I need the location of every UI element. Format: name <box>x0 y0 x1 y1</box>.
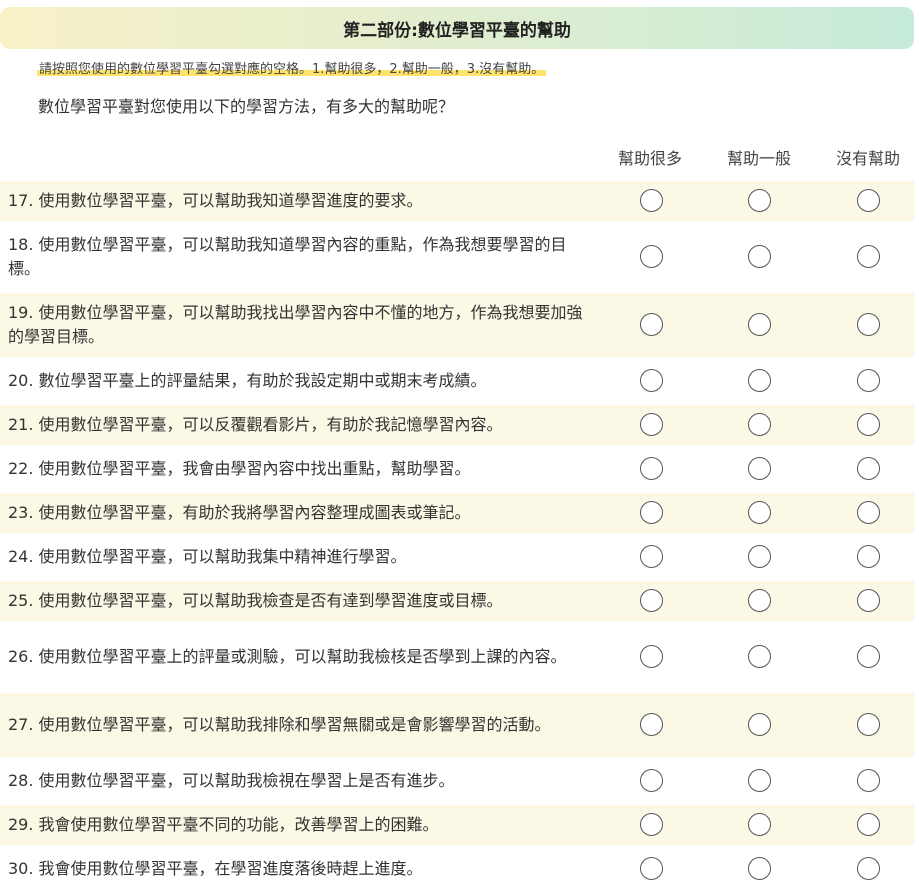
radio-somewhat-helpful[interactable] <box>748 813 771 836</box>
radio-not-helpful[interactable] <box>857 857 880 880</box>
question-row-21: 21. 使用數位學習平臺，可以反覆觀看影片，有助於我記憶學習內容。 <box>0 405 914 445</box>
radio-somewhat-helpful[interactable] <box>748 545 771 568</box>
question-label: 26. 使用數位學習平臺上的評量或測驗，可以幫助我檢核是否學到上課的內容。 <box>8 647 567 666</box>
radio-very-helpful[interactable] <box>640 369 663 392</box>
radio-not-helpful[interactable] <box>857 813 880 836</box>
radio-not-helpful[interactable] <box>857 369 880 392</box>
radio-not-helpful[interactable] <box>857 245 880 268</box>
question-row-23: 23. 使用數位學習平臺，有助於我將學習內容整理成圖表或筆記。 <box>0 493 914 533</box>
question-row-28: 28. 使用數位學習平臺，可以幫助我檢視在學習上是否有進步。 <box>0 757 914 805</box>
radio-very-helpful[interactable] <box>640 769 663 792</box>
radio-somewhat-helpful[interactable] <box>748 457 771 480</box>
radio-very-helpful[interactable] <box>640 457 663 480</box>
radio-very-helpful[interactable] <box>640 245 663 268</box>
radio-very-helpful[interactable] <box>640 413 663 436</box>
radio-very-helpful[interactable] <box>640 857 663 880</box>
question-label: 21. 使用數位學習平臺，可以反覆觀看影片，有助於我記憶學習內容。 <box>8 415 503 434</box>
question-row-26: 26. 使用數位學習平臺上的評量或測驗，可以幫助我檢核是否學到上課的內容。 <box>0 621 914 693</box>
question-text: 數位學習平臺對您使用以下的學習方法，有多大的幫助呢？ <box>38 97 455 116</box>
column-header-very-helpful: 幫助很多 <box>617 149 682 168</box>
question-label: 30. 我會使用數位學習平臺，在學習進度落後時趕上進度。 <box>8 859 423 878</box>
question-row-30: 30. 我會使用數位學習平臺，在學習進度落後時趕上進度。 <box>0 845 914 893</box>
question-row-19: 19. 使用數位學習平臺，可以幫助我找出學習內容中不懂的地方，作為我想要加強的學… <box>0 293 914 357</box>
radio-somewhat-helpful[interactable] <box>748 369 771 392</box>
column-header-not-helpful: 沒有幫助 <box>835 149 900 168</box>
radio-somewhat-helpful[interactable] <box>748 645 771 668</box>
radio-not-helpful[interactable] <box>857 457 880 480</box>
question-row-25: 25. 使用數位學習平臺，可以幫助我檢查是否有達到學習進度或目標。 <box>0 581 914 621</box>
radio-not-helpful[interactable] <box>857 545 880 568</box>
radio-somewhat-helpful[interactable] <box>748 769 771 792</box>
radio-not-helpful[interactable] <box>857 189 880 212</box>
radio-very-helpful[interactable] <box>640 589 663 612</box>
question-label: 18. 使用數位學習平臺，可以幫助我知道學習內容的重點，作為我想要學習的目標。 <box>8 235 567 278</box>
question-row-24: 24. 使用數位學習平臺，可以幫助我集中精神進行學習。 <box>0 533 914 581</box>
radio-not-helpful[interactable] <box>857 413 880 436</box>
question-label: 28. 使用數位學習平臺，可以幫助我檢視在學習上是否有進步。 <box>8 771 455 790</box>
question-label: 17. 使用數位學習平臺，可以幫助我知道學習進度的要求。 <box>8 191 423 210</box>
section-title: 第二部份:數位學習平臺的幫助 <box>0 7 914 49</box>
question-row-22: 22. 使用數位學習平臺，我會由學習內容中找出重點，幫助學習。 <box>0 445 914 493</box>
radio-very-helpful[interactable] <box>640 645 663 668</box>
radio-somewhat-helpful[interactable] <box>748 413 771 436</box>
radio-somewhat-helpful[interactable] <box>748 245 771 268</box>
question-row-20: 20. 數位學習平臺上的評量結果，有助於我設定期中或期末考成績。 <box>0 357 914 405</box>
question-label: 19. 使用數位學習平臺，可以幫助我找出學習內容中不懂的地方，作為我想要加強的學… <box>8 303 583 346</box>
radio-somewhat-helpful[interactable] <box>748 857 771 880</box>
radio-very-helpful[interactable] <box>640 501 663 524</box>
radio-somewhat-helpful[interactable] <box>748 189 771 212</box>
instruction-text: 請按照您使用的數位學習平臺勾選對應的空格。1.幫助很多，2.幫助一般，3.沒有幫… <box>37 58 547 79</box>
question-label: 20. 數位學習平臺上的評量結果，有助於我設定期中或期末考成績。 <box>8 371 487 390</box>
question-row-27: 27. 使用數位學習平臺，可以幫助我排除和學習無關或是會影響學習的活動。 <box>0 693 914 757</box>
question-row-18: 18. 使用數位學習平臺，可以幫助我知道學習內容的重點，作為我想要學習的目標。 <box>0 221 914 293</box>
radio-somewhat-helpful[interactable] <box>748 713 771 736</box>
question-list: 17. 使用數位學習平臺，可以幫助我知道學習進度的要求。 18. 使用數位學習平… <box>0 181 914 893</box>
question-label: 23. 使用數位學習平臺，有助於我將學習內容整理成圖表或筆記。 <box>8 503 471 522</box>
question-label: 24. 使用數位學習平臺，可以幫助我集中精神進行學習。 <box>8 547 407 566</box>
radio-not-helpful[interactable] <box>857 501 880 524</box>
radio-not-helpful[interactable] <box>857 645 880 668</box>
question-label: 29. 我會使用數位學習平臺不同的功能，改善學習上的困難。 <box>8 815 439 834</box>
radio-very-helpful[interactable] <box>640 189 663 212</box>
radio-somewhat-helpful[interactable] <box>748 589 771 612</box>
question-label: 25. 使用數位學習平臺，可以幫助我檢查是否有達到學習進度或目標。 <box>8 591 503 610</box>
radio-very-helpful[interactable] <box>640 545 663 568</box>
radio-very-helpful[interactable] <box>640 813 663 836</box>
question-label: 27. 使用數位學習平臺，可以幫助我排除和學習無關或是會影響學習的活動。 <box>8 715 551 734</box>
radio-not-helpful[interactable] <box>857 769 880 792</box>
question-row-17: 17. 使用數位學習平臺，可以幫助我知道學習進度的要求。 <box>0 181 914 221</box>
radio-very-helpful[interactable] <box>640 713 663 736</box>
column-header-somewhat-helpful: 幫助一般 <box>726 149 791 168</box>
radio-not-helpful[interactable] <box>857 589 880 612</box>
radio-not-helpful[interactable] <box>857 313 880 336</box>
radio-somewhat-helpful[interactable] <box>748 501 771 524</box>
question-row-29: 29. 我會使用數位學習平臺不同的功能，改善學習上的困難。 <box>0 805 914 845</box>
question-label: 22. 使用數位學習平臺，我會由學習內容中找出重點，幫助學習。 <box>8 459 471 478</box>
radio-not-helpful[interactable] <box>857 713 880 736</box>
radio-very-helpful[interactable] <box>640 313 663 336</box>
radio-somewhat-helpful[interactable] <box>748 313 771 336</box>
